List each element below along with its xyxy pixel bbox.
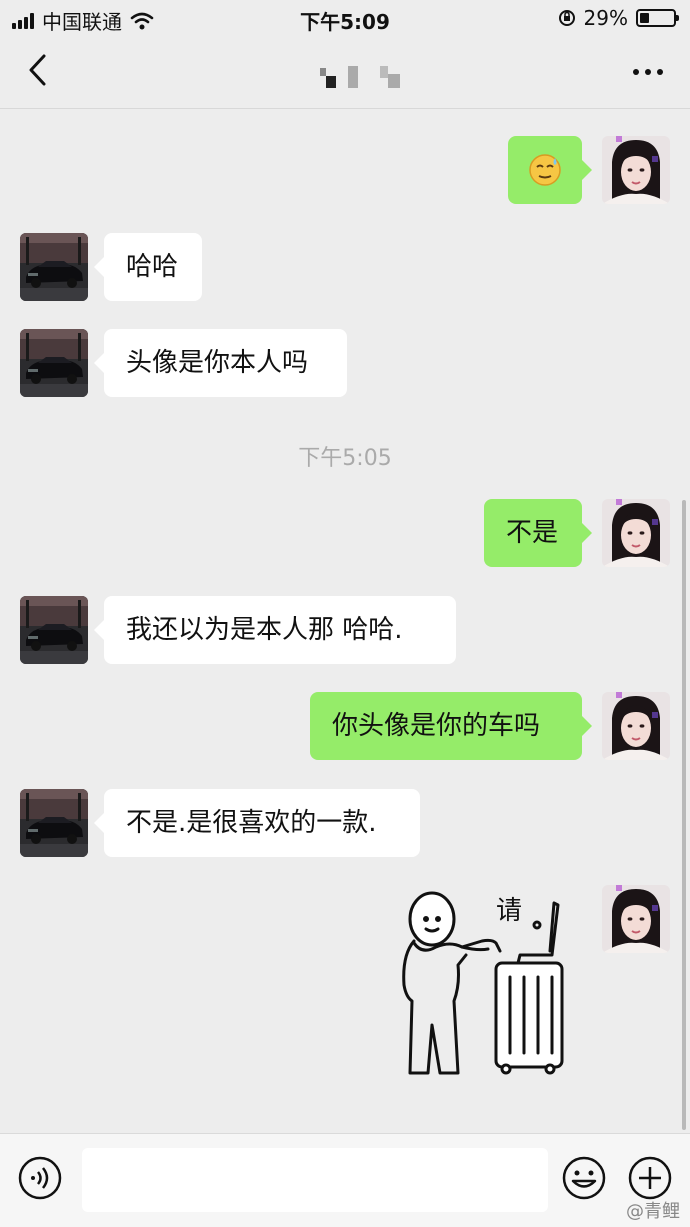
- stick-figure-suitcase-sticker[interactable]: 请: [392, 885, 582, 1085]
- rotation-lock-icon: [558, 10, 575, 26]
- input-bar: @青鲤: [0, 1133, 690, 1227]
- my-avatar[interactable]: [602, 499, 670, 567]
- message-bubble-emoji[interactable]: [508, 136, 592, 204]
- message-bubble-incoming[interactable]: 我还以为是本人那 哈哈.: [94, 596, 456, 664]
- contact-avatar[interactable]: [20, 329, 88, 397]
- chat-title-obscured: [320, 66, 400, 88]
- sweat-smile-emoji-icon: [529, 154, 561, 186]
- message-bubble-incoming[interactable]: 不是.是很喜欢的一款.: [94, 789, 420, 857]
- chat-header: [0, 36, 690, 109]
- message-timestamp: 下午5:05: [298, 446, 392, 471]
- scrollbar[interactable]: [682, 500, 686, 1130]
- sticker-caption: 请: [496, 896, 522, 926]
- contact-avatar[interactable]: [20, 789, 88, 857]
- more-horizontal-icon[interactable]: [628, 60, 668, 84]
- contact-avatar[interactable]: [20, 596, 88, 664]
- plus-icon[interactable]: [628, 1156, 672, 1200]
- battery-icon: [636, 9, 679, 27]
- chevron-left-icon[interactable]: [20, 50, 60, 90]
- my-avatar[interactable]: [602, 136, 670, 204]
- message-bubble-incoming[interactable]: 哈哈: [94, 233, 202, 301]
- message-bubble-outgoing[interactable]: 不是: [484, 499, 592, 567]
- my-avatar[interactable]: [602, 885, 670, 953]
- my-avatar[interactable]: [602, 692, 670, 760]
- message-bubble-incoming[interactable]: 头像是你本人吗: [94, 329, 347, 397]
- contact-avatar[interactable]: [20, 233, 88, 301]
- battery-percent: 29%: [583, 6, 628, 30]
- message-input[interactable]: [82, 1148, 548, 1212]
- status-right: 29%: [558, 6, 679, 30]
- message-bubble-outgoing[interactable]: 你头像是你的车吗: [310, 692, 592, 760]
- emoji-icon[interactable]: [562, 1156, 606, 1200]
- watermark: @青鲤: [626, 1201, 680, 1222]
- voice-icon[interactable]: [18, 1156, 62, 1200]
- status-bar: 中国联通 下午5:09 29%: [0, 0, 690, 36]
